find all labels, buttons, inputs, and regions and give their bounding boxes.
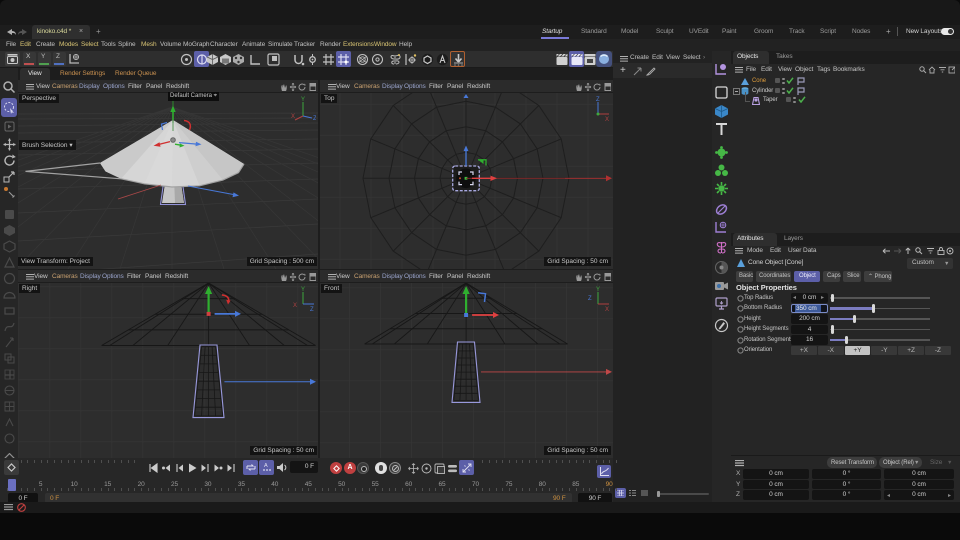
svg-text:X: X: [605, 307, 609, 312]
svg-text:Z: Z: [588, 296, 592, 302]
svg-text:A: A: [264, 463, 268, 469]
svg-text:Z: Z: [313, 116, 316, 122]
svg-text:Y: Y: [301, 97, 305, 103]
svg-text:Z: Z: [310, 307, 314, 312]
svg-text:Y: Y: [596, 287, 600, 293]
svg-text:X: X: [293, 303, 297, 309]
svg-text:X: X: [291, 114, 295, 120]
svg-text:X: X: [605, 117, 609, 122]
svg-text:Y: Y: [301, 287, 305, 293]
svg-text:Z: Z: [596, 97, 600, 103]
